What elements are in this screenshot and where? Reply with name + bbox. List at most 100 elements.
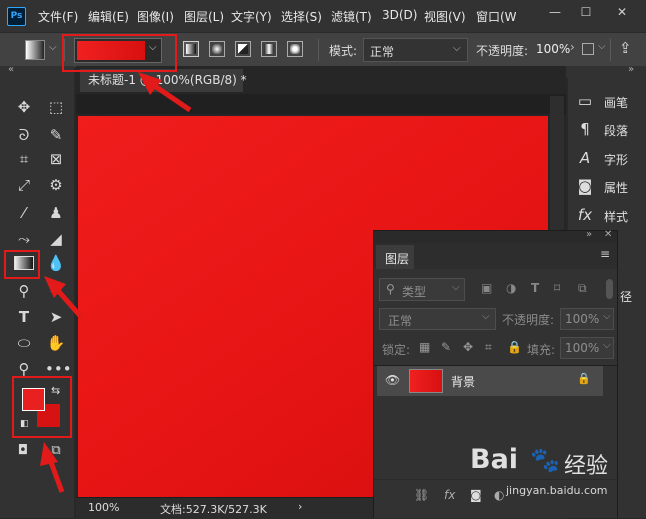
chevron-right-icon[interactable]: ›: [570, 40, 575, 54]
blend-mode-select[interactable]: 正常 ⌵: [379, 308, 496, 330]
eraser-tool-icon[interactable]: ◢: [45, 228, 67, 250]
brush-tool-icon[interactable]: ⁄: [13, 202, 35, 224]
menu-3d[interactable]: 3D(D): [382, 8, 417, 22]
opacity-input[interactable]: 100%: [534, 38, 571, 62]
chevron-down-icon: ⌵: [603, 340, 611, 351]
ellipse-tool-icon[interactable]: ⬭: [13, 332, 35, 354]
stamp-tool-icon[interactable]: ♟: [45, 202, 67, 224]
fill-value: 100%: [565, 341, 600, 355]
blur-tool-icon[interactable]: 💧: [45, 252, 67, 274]
filter-smart-object-icon[interactable]: ⧉: [578, 281, 587, 296]
layer-row[interactable]: 👁 背景 🔒: [377, 366, 603, 396]
menu-bar: Ps 文件(F) 编辑(E) 图像(I) 图层(L) 文字(Y) 选择(S) 滤…: [0, 0, 646, 32]
menu-layer[interactable]: 图层(L): [184, 8, 224, 25]
menu-file[interactable]: 文件(F): [38, 8, 78, 25]
filter-pixel-icon[interactable]: ▣: [481, 281, 492, 295]
angle-gradient-button[interactable]: [235, 41, 251, 57]
gradient-tool-preset-icon[interactable]: [25, 40, 45, 60]
link-layers-icon[interactable]: ⛓: [414, 488, 429, 502]
path-select-tool-icon[interactable]: ➤: [45, 306, 67, 328]
watermark-text-2: 经验: [564, 454, 609, 479]
menu-window[interactable]: 窗口(W: [476, 8, 517, 25]
pasteboard-top: [76, 94, 566, 114]
lock-position-icon[interactable]: ✥: [463, 340, 473, 354]
lock-image-icon[interactable]: ✎: [441, 340, 451, 354]
close-icon[interactable]: ✕: [604, 229, 612, 240]
marquee-tool-icon[interactable]: ⬚: [45, 96, 67, 118]
highlight-box-color-swatches: [12, 376, 72, 438]
panel-properties[interactable]: ◙ 属性: [568, 173, 628, 199]
opacity-value: 100%: [536, 42, 571, 56]
panel-brush[interactable]: ▭ 画笔: [568, 88, 628, 114]
visibility-eye-icon[interactable]: 👁: [385, 373, 400, 387]
layer-opacity-value: 100%: [565, 312, 600, 326]
layers-panel-titlebar[interactable]: » ✕: [374, 229, 617, 243]
styles-icon: fx: [577, 206, 593, 224]
filter-adjustment-icon[interactable]: ◑: [506, 281, 516, 295]
menu-filter[interactable]: 滤镜(T): [331, 8, 372, 25]
layer-filter-select[interactable]: ⚲ 类型 ⌵: [379, 278, 465, 301]
panel-styles[interactable]: fx 样式: [568, 202, 628, 228]
quick-select-tool-icon[interactable]: ✎: [45, 124, 67, 146]
crop-tool-icon[interactable]: ⌗: [13, 148, 35, 170]
lock-artboard-icon[interactable]: ⌗: [485, 340, 492, 355]
healing-tool-icon[interactable]: ⚙: [45, 174, 67, 196]
quick-mask-icon[interactable]: ◘: [12, 440, 34, 462]
layers-tab[interactable]: 图层: [376, 245, 414, 269]
diamond-gradient-button[interactable]: [287, 41, 303, 57]
pen-tool-icon[interactable]: ✒: [45, 280, 67, 302]
filter-toggle[interactable]: [606, 279, 613, 299]
filter-shape-icon[interactable]: ⌑: [554, 281, 560, 295]
mode-select[interactable]: 正常 ⌵: [363, 38, 468, 62]
panel-paths-label[interactable]: 径: [620, 288, 632, 305]
menu-view[interactable]: 视图(V): [424, 8, 466, 25]
menu-type[interactable]: 文字(Y): [231, 8, 272, 25]
history-brush-tool-icon[interactable]: ⤳: [13, 228, 35, 250]
lock-all-icon[interactable]: 🔒: [507, 340, 522, 354]
blend-mode-value: 正常: [388, 314, 413, 328]
right-panel-header: »: [566, 64, 646, 78]
menu-image[interactable]: 图像(I): [137, 8, 174, 25]
filter-kind-label: 类型: [402, 285, 427, 299]
move-tool-icon[interactable]: ✥: [13, 96, 35, 118]
share-icon[interactable]: ⇪: [619, 39, 632, 57]
eyedropper-tool-icon[interactable]: ⤢: [13, 174, 35, 196]
document-tab[interactable]: 未标题-1 @ 100%(RGB/8) *: [80, 69, 247, 92]
panel-paragraph[interactable]: ¶ 段落: [568, 116, 628, 142]
lock-transparent-icon[interactable]: ▦: [419, 340, 430, 354]
collapse-icon[interactable]: »: [586, 229, 592, 240]
collapse-icon[interactable]: «: [8, 64, 14, 75]
close-icon[interactable]: ✕: [614, 4, 630, 20]
lasso-tool-icon[interactable]: ᘐ: [13, 124, 35, 146]
panel-paragraph-label: 段落: [604, 124, 629, 138]
fx-icon[interactable]: fx: [444, 488, 455, 502]
panel-glyphs-label: 字形: [604, 153, 629, 167]
frame-tool-icon[interactable]: ⊠: [45, 148, 67, 170]
dodge-tool-icon[interactable]: ⚲: [13, 280, 35, 302]
mode-label: 模式:: [329, 44, 358, 58]
highlight-box-gradient-tool: [4, 250, 40, 279]
reflected-gradient-button[interactable]: [261, 41, 277, 57]
screen-mode-icon[interactable]: ⧉: [45, 440, 67, 462]
hand-tool-icon[interactable]: ✋: [45, 332, 67, 354]
linear-gradient-button[interactable]: [183, 41, 199, 57]
expand-icon[interactable]: »: [628, 64, 634, 75]
chevron-down-icon[interactable]: ⌵: [49, 42, 57, 53]
reverse-checkbox[interactable]: [582, 43, 594, 55]
radial-gradient-button[interactable]: [209, 41, 225, 57]
document-info: 文档:527.3K/527.3K: [160, 503, 267, 516]
maximize-icon[interactable]: ☐: [578, 4, 594, 20]
zoom-level[interactable]: 100%: [88, 501, 119, 514]
chevron-down-icon[interactable]: ⌵: [598, 41, 606, 52]
minimize-icon[interactable]: —: [547, 4, 563, 20]
panel-menu-icon[interactable]: ≡: [600, 247, 610, 261]
filter-type-icon[interactable]: T: [531, 281, 539, 295]
chevron-right-icon[interactable]: ›: [298, 500, 302, 513]
layer-opacity-input[interactable]: 100% ⌵: [560, 308, 614, 330]
type-tool-icon[interactable]: T: [13, 306, 35, 328]
photoshop-logo: Ps: [7, 7, 26, 26]
panel-glyphs[interactable]: A 字形: [568, 145, 628, 171]
menu-select[interactable]: 选择(S): [281, 8, 322, 25]
menu-edit[interactable]: 编辑(E): [88, 8, 129, 25]
fill-input[interactable]: 100% ⌵: [560, 337, 614, 359]
